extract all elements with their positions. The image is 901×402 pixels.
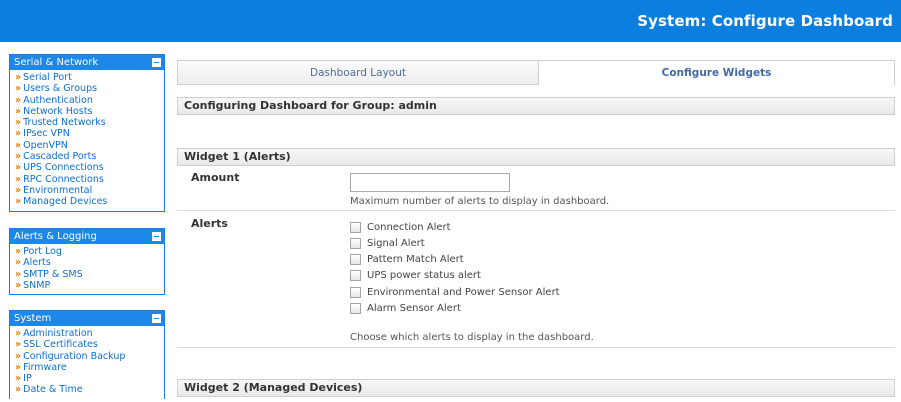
tab-divider [177,84,539,85]
panel-header[interactable]: Alerts & Logging [10,229,164,244]
page-title: System: Configure Dashboard [637,12,893,30]
sidebar-item-openvpn[interactable]: » OpenVPN [15,140,164,151]
bullet-icon: » [15,94,22,106]
widget1-header: Widget 1 (Alerts) [177,148,895,166]
sidebar-item-ssl-certificates[interactable]: » SSL Certificates [15,339,164,350]
bullet-icon: » [15,279,22,291]
bullet-icon: » [15,328,22,339]
amount-label: Amount [191,171,240,184]
sidebar-panel-serial-network: Serial & Network » Serial Port » Users & G… [9,54,165,212]
bullet-icon: » [15,268,22,280]
panel-title: Alerts & Logging [14,231,97,242]
tab-configure-widgets[interactable]: Configure Widgets [538,60,895,85]
amount-input[interactable] [350,173,510,192]
alerts-label: Alerts [191,217,228,230]
bullet-icon: » [15,196,22,208]
checkbox[interactable] [350,269,361,281]
bullet-icon: » [15,72,22,83]
collapse-icon[interactable] [152,232,161,241]
bullet-icon: » [15,246,22,257]
bullet-icon: » [15,361,22,373]
collapse-icon[interactable] [152,314,161,323]
sidebar-item-network-hosts[interactable]: » Network Hosts [15,106,164,117]
bullet-icon: » [15,339,22,351]
bullet-icon: » [15,162,22,174]
bullet-icon: » [15,384,22,396]
main-content: Dashboard Layout Configure Widgets Confi… [177,60,895,397]
panel-title: Serial & Network [14,57,99,68]
amount-help: Maximum number of alerts to display in d… [350,196,610,207]
sidebar-item-authentication[interactable]: » Authentication [15,95,164,106]
divider [177,347,895,348]
sidebar-item-ip[interactable]: » IP [15,373,164,384]
tab-dashboard-layout[interactable]: Dashboard Layout [177,60,539,85]
checkbox[interactable] [350,221,361,233]
sidebar-item-ipsec-vpn[interactable]: » IPsec VPN [15,128,164,139]
sidebar-item-alerts[interactable]: » Alerts [15,257,164,268]
checkbox-pattern-match-alert[interactable]: Pattern Match Alert [350,252,464,266]
sidebar-item-trusted-networks[interactable]: » Trusted Networks [15,117,164,128]
checkbox-alarm-sensor-alert[interactable]: Alarm Sensor Alert [350,301,461,315]
bullet-icon: » [15,128,22,140]
sidebar-item-serial-port[interactable]: » Serial Port [15,72,164,83]
sidebar-item-ups-connections[interactable]: » UPS Connections [15,162,164,173]
sidebar-panel-system: System » Administration » SSL Certificates… [9,310,165,399]
checkbox-ups-power-status-alert[interactable]: UPS power status alert [350,268,481,282]
sidebar-item-snmp[interactable]: » SNMP [15,280,164,291]
checkbox-signal-alert[interactable]: Signal Alert [350,236,425,250]
bullet-icon: » [15,350,22,362]
sidebar-item-managed-devices[interactable]: » Managed Devices [15,196,164,207]
checkbox[interactable] [350,253,361,265]
bullet-icon: » [15,139,22,151]
group-bar: Configuring Dashboard for Group: admin [177,97,895,115]
sidebar-panel-alerts-logging: Alerts & Logging » Port Log » Alerts » SMTP… [9,228,165,296]
sidebar-item-rpc-connections[interactable]: » RPC Connections [15,174,164,185]
sidebar-item-date-time[interactable]: » Date & Time [15,384,164,395]
widget2-header: Widget 2 (Managed Devices) [177,379,895,397]
checkbox-connection-alert[interactable]: Connection Alert [350,220,451,234]
sidebar-item-cascaded-ports[interactable]: » Cascaded Ports [15,151,164,162]
collapse-icon[interactable] [152,58,161,67]
bullet-icon: » [15,173,22,185]
sidebar-item-administration[interactable]: » Administration [15,328,164,339]
sidebar-item-configuration-backup[interactable]: » Configuration Backup [15,351,164,362]
bullet-icon: » [15,373,22,385]
top-header-bar: System: Configure Dashboard [0,0,901,42]
bullet-icon: » [15,184,22,196]
sidebar-item-users-groups[interactable]: » Users & Groups [15,83,164,94]
sidebar-item-environmental[interactable]: » Environmental [15,185,164,196]
checkbox[interactable] [350,286,361,298]
bullet-icon: » [15,257,22,269]
checkbox[interactable] [350,237,361,249]
bullet-icon: » [15,151,22,163]
bullet-icon: » [15,105,22,117]
sidebar-item-port-log[interactable]: » Port Log [15,246,164,257]
alerts-help: Choose which alerts to display in the da… [350,332,594,343]
panel-title: System [14,313,52,324]
checkbox-environmental-power-alert[interactable]: Environmental and Power Sensor Alert [350,285,560,299]
sidebar-item-smtp-sms[interactable]: » SMTP & SMS [15,269,164,280]
bullet-icon: » [15,117,22,129]
sidebar-item-firmware[interactable]: » Firmware [15,362,164,373]
panel-header[interactable]: System [10,311,164,326]
checkbox[interactable] [350,302,361,314]
divider [177,210,895,211]
panel-header[interactable]: Serial & Network [10,55,164,70]
bullet-icon: » [15,83,22,95]
tab-bar: Dashboard Layout Configure Widgets [177,60,895,85]
